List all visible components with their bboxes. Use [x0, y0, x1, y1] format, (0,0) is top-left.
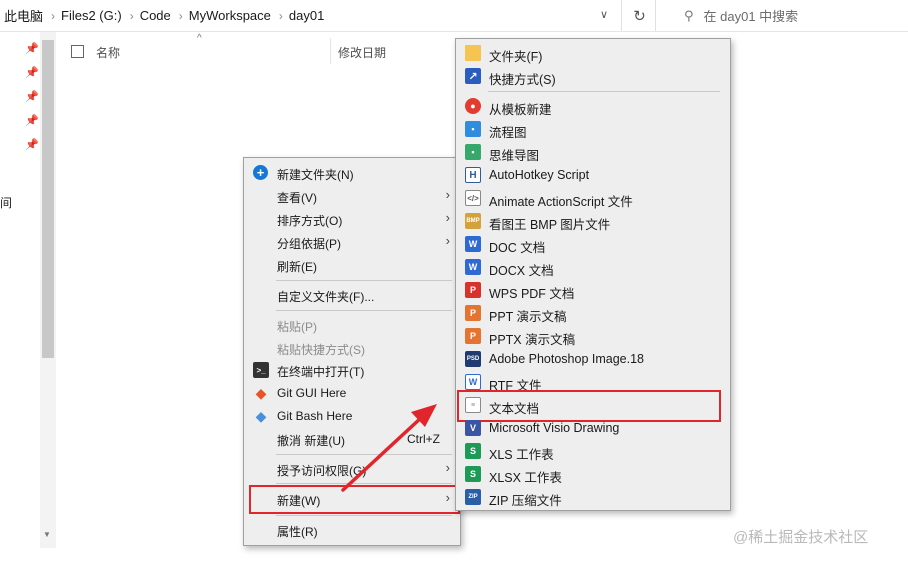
watermark: @稀土掘金技术社区 — [733, 529, 869, 546]
annotation-arrow-icon — [341, 404, 437, 492]
